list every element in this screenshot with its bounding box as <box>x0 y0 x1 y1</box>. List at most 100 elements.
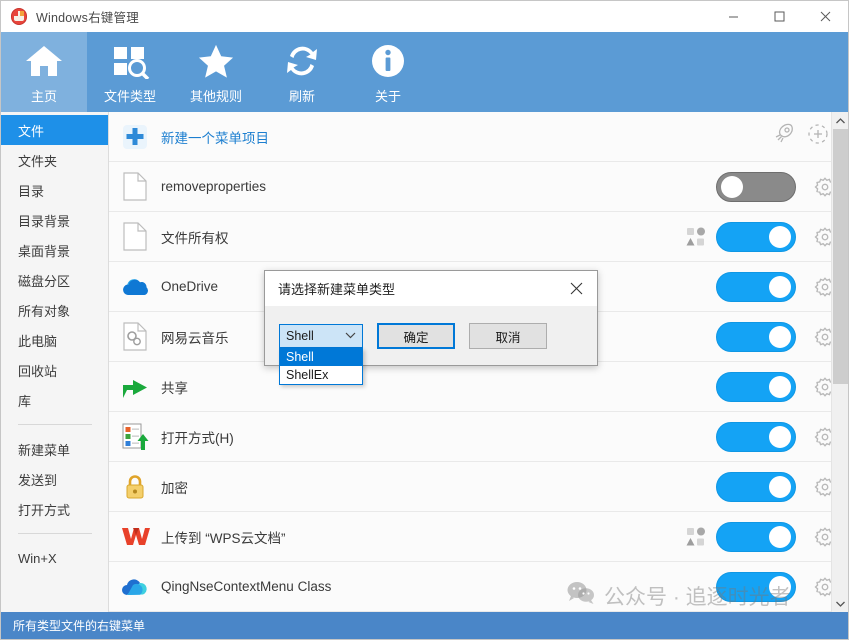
star-icon <box>196 40 236 82</box>
close-button[interactable] <box>802 1 848 32</box>
add-target-icon[interactable] <box>806 122 830 151</box>
table-row[interactable]: QingNseContextMenu Class <box>109 562 848 612</box>
row-controls <box>676 272 848 302</box>
sidebar-item-label: 打开方式 <box>18 500 70 519</box>
scroll-up-arrow[interactable] <box>832 112 848 129</box>
row-toggle[interactable] <box>716 272 796 302</box>
sidebar-item-label: Win+X <box>18 551 57 566</box>
row-label: 上传到 “WPS云文档” <box>161 527 676 547</box>
dialog-title: 请选择新建菜单类型 <box>278 279 395 298</box>
sidebar-item-label: 磁盘分区 <box>18 271 70 290</box>
new-menu-item-row[interactable]: 新建一个菜单项目 <box>109 112 848 162</box>
sidebar-item-label: 文件 <box>18 121 44 140</box>
row-controls <box>676 522 848 552</box>
toolbar-label: 其他规则 <box>190 86 242 105</box>
table-row[interactable]: 共享 <box>109 362 848 412</box>
title-bar: Windows右键管理 <box>1 1 848 32</box>
sidebar-item-folder[interactable]: 文件夹 <box>1 145 108 175</box>
row-controls <box>676 172 848 202</box>
row-controls <box>676 222 848 252</box>
sidebar-item-directory[interactable]: 目录 <box>1 175 108 205</box>
toolbar-item-about[interactable]: 关于 <box>345 32 431 112</box>
sidebar-item-send-to[interactable]: 发送到 <box>1 464 108 494</box>
table-row[interactable]: removeproperties <box>109 162 848 212</box>
toolbar-label: 主页 <box>31 86 57 105</box>
row-label: removeproperties <box>161 179 676 194</box>
sidebar-item-disk-partition[interactable]: 磁盘分区 <box>1 265 108 295</box>
scrollbar-thumb[interactable] <box>833 129 848 384</box>
sidebar-item-open-with[interactable]: 打开方式 <box>1 494 108 524</box>
toolbar-label: 关于 <box>375 86 401 105</box>
toolbar-item-refresh[interactable]: 刷新 <box>259 32 345 112</box>
sidebar-item-label: 回收站 <box>18 361 57 380</box>
row-controls <box>676 472 848 502</box>
sidebar-item-library[interactable]: 库 <box>1 385 108 415</box>
menu-type-select[interactable]: Shell <box>279 324 363 348</box>
status-text: 所有类型文件的右键菜单 <box>13 617 145 634</box>
home-icon <box>24 40 64 82</box>
sidebar-item-label: 所有对象 <box>18 301 70 320</box>
row-controls <box>676 422 848 452</box>
scroll-down-arrow[interactable] <box>832 595 848 612</box>
toolbar-item-home[interactable]: 主页 <box>1 32 87 112</box>
sidebar-item-all-objects[interactable]: 所有对象 <box>1 295 108 325</box>
gear-file-icon <box>109 312 161 362</box>
minimize-button[interactable] <box>710 1 756 32</box>
menu-type-selected-value: Shell <box>286 329 345 343</box>
sidebar-item-directory-background[interactable]: 目录背景 <box>1 205 108 235</box>
toolbar-label: 文件类型 <box>104 86 156 105</box>
plus-badge-icon <box>109 112 161 162</box>
menu-type-option-shellex[interactable]: ShellEx <box>280 366 362 384</box>
sidebar-item-this-pc[interactable]: 此电脑 <box>1 325 108 355</box>
row-toggle[interactable] <box>716 172 796 202</box>
row-controls <box>676 322 848 352</box>
vertical-scrollbar[interactable] <box>831 112 848 612</box>
sidebar: 文件 文件夹 目录 目录背景 桌面背景 磁盘分区 所有对象 此电脑 回收站 库 … <box>1 112 109 612</box>
row-controls <box>676 572 848 602</box>
close-icon <box>820 11 831 22</box>
row-toggle[interactable] <box>716 372 796 402</box>
sidebar-item-recycle-bin[interactable]: 回收站 <box>1 355 108 385</box>
new-menu-item-label: 新建一个菜单项目 <box>161 127 772 147</box>
row-toggle[interactable] <box>716 522 796 552</box>
row-toggle[interactable] <box>716 222 796 252</box>
shapes-icon <box>676 227 716 247</box>
cancel-button[interactable]: 取消 <box>469 323 547 349</box>
table-row[interactable]: 加密 <box>109 462 848 512</box>
row-toggle[interactable] <box>716 572 796 602</box>
maximize-button[interactable] <box>756 1 802 32</box>
sidebar-item-label: 文件夹 <box>18 151 57 170</box>
wps-icon <box>109 512 161 562</box>
sidebar-divider <box>18 424 92 425</box>
sidebar-item-label: 库 <box>18 391 31 410</box>
ok-button[interactable]: 确定 <box>377 323 455 349</box>
sidebar-item-desktop-background[interactable]: 桌面背景 <box>1 235 108 265</box>
row-label: 共享 <box>161 377 676 397</box>
row-toggle[interactable] <box>716 422 796 452</box>
dialog-close-button[interactable] <box>555 271 597 306</box>
table-row[interactable]: 上传到 “WPS云文档” <box>109 512 848 562</box>
row-label: QingNseContextMenu Class <box>161 579 676 594</box>
blank-file-icon <box>109 162 161 212</box>
toolbar-item-file-type[interactable]: 文件类型 <box>87 32 173 112</box>
toolbar-item-other-rules[interactable]: 其他规则 <box>173 32 259 112</box>
row-toggle[interactable] <box>716 322 796 352</box>
sidebar-item-new-menu[interactable]: 新建菜单 <box>1 434 108 464</box>
toolbar-label: 刷新 <box>289 86 315 105</box>
file-type-icon <box>110 40 150 82</box>
row-toggle[interactable] <box>716 472 796 502</box>
sidebar-item-win-x[interactable]: Win+X <box>1 543 108 573</box>
app-window: Windows右键管理 主页 <box>0 0 849 640</box>
table-row[interactable]: 文件所有权 <box>109 212 848 262</box>
status-bar: 所有类型文件的右键菜单 <box>1 612 848 639</box>
row-label: 打开方式(H) <box>161 427 676 447</box>
menu-type-options-list[interactable]: Shell ShellEx <box>279 348 363 385</box>
menu-type-option-shell[interactable]: Shell <box>280 348 362 366</box>
sidebar-divider <box>18 533 92 534</box>
table-row[interactable]: 打开方式(H) <box>109 412 848 462</box>
sidebar-item-file[interactable]: 文件 <box>1 115 108 145</box>
sidebar-item-label: 目录背景 <box>18 211 70 230</box>
chevron-down-icon <box>345 331 356 341</box>
dialog-body: Shell Shell ShellEx 确定 取消 <box>265 306 597 366</box>
rocket-icon[interactable] <box>772 122 796 151</box>
